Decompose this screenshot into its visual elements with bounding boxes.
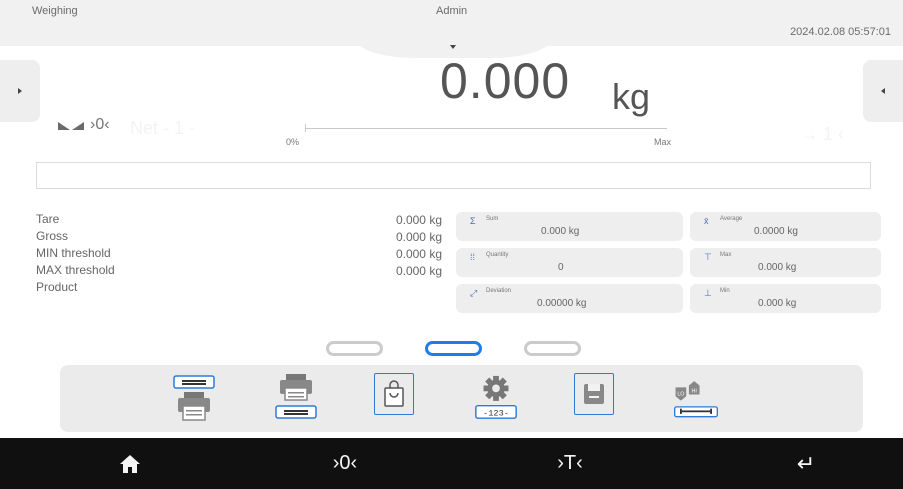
- stat-min: ⊥ Min 0.000 kg: [690, 284, 881, 313]
- param-value: 0.000 kg: [395, 264, 442, 278]
- enter-button[interactable]: ↵: [776, 438, 836, 489]
- stat-label: Deviation: [486, 288, 512, 294]
- param-row-min-threshold: MIN threshold 0.000 kg: [36, 246, 446, 263]
- sum-icon: Σ: [470, 216, 476, 226]
- param-label: MIN threshold: [36, 246, 111, 260]
- info-field: [36, 162, 871, 189]
- param-label: Product: [36, 280, 78, 294]
- stat-label: Max: [720, 252, 732, 258]
- average-icon: x̄: [704, 216, 709, 226]
- settings-digits: -123-: [483, 408, 509, 418]
- param-label: Gross: [36, 229, 69, 243]
- left-drawer-tab[interactable]: [0, 60, 40, 122]
- chevron-left-icon: [881, 88, 885, 94]
- logged-user-label[interactable]: Admin: [436, 5, 467, 17]
- param-value: 0.000 kg: [395, 213, 442, 227]
- working-mode-label[interactable]: Weighing: [32, 5, 78, 17]
- bargraph-min-tick: [305, 124, 306, 132]
- printout-header-button[interactable]: [170, 370, 218, 426]
- stat-label: Min: [720, 288, 730, 294]
- page-indicator-1[interactable]: [326, 341, 383, 356]
- param-value: 0.000 kg: [395, 247, 442, 261]
- stat-sum: Σ Sum 0.000 kg: [456, 212, 683, 241]
- home-button[interactable]: [110, 438, 150, 489]
- quantity-icon: ⁞⁞: [470, 252, 476, 262]
- stat-label: Average: [720, 216, 743, 222]
- stat-value: 0.00000 kg: [537, 298, 587, 309]
- weight-reading: 0.000: [440, 53, 571, 109]
- page-indicator-2[interactable]: [425, 341, 482, 356]
- bargraph-max-label: Max: [654, 137, 672, 147]
- settings-123-button[interactable]: -123-: [472, 370, 520, 426]
- param-label: Tare: [36, 212, 60, 226]
- lo-label: LO: [677, 391, 684, 397]
- stat-value: 0: [558, 262, 564, 273]
- stat-value: 0.000 kg: [758, 298, 797, 309]
- stat-label: Quantity: [486, 252, 509, 258]
- printout-header-icon: [173, 375, 215, 421]
- right-drawer-tab[interactable]: [863, 60, 903, 122]
- max-icon: ⊤: [704, 252, 712, 262]
- save-icon: [584, 384, 604, 404]
- net-indicator-inactive: Net - 1 -: [130, 118, 196, 138]
- hi-label: HI: [692, 389, 697, 395]
- parameters-list: Tare 0.000 kg Gross 0.000 kg MIN thresho…: [36, 212, 446, 297]
- bargraph-line: [305, 128, 667, 129]
- date-time-label: 2024.02.08 05:57:01: [790, 26, 891, 38]
- stat-max: ⊤ Max 0.000 kg: [690, 248, 881, 277]
- param-value: 0.000 kg: [395, 230, 442, 244]
- chevron-right-icon: [18, 88, 22, 94]
- stat-average: x̄ Average 0.0000 kg: [690, 212, 881, 241]
- printout-footer-button[interactable]: [272, 370, 320, 426]
- printout-footer-icon: [275, 374, 317, 419]
- product-bag-icon: [384, 380, 404, 407]
- settings-123-icon: -123-: [475, 375, 517, 419]
- tare-button[interactable]: ›T‹: [540, 438, 600, 489]
- caret-down-icon[interactable]: [450, 45, 456, 49]
- param-row-max-threshold: MAX threshold 0.000 kg: [36, 263, 446, 280]
- stat-value: 0.000 kg: [541, 226, 580, 237]
- home-icon: [120, 454, 140, 473]
- lo-hi-threshold-button[interactable]: LO HI: [672, 370, 720, 426]
- stat-value: 0.000 kg: [758, 262, 797, 273]
- platform-indicator-inactive: → 1 ‹: [800, 124, 845, 144]
- quick-access-toolbar: -123- LO HI: [60, 365, 863, 432]
- param-row-gross: Gross 0.000 kg: [36, 229, 446, 246]
- stat-value: 0.0000 kg: [754, 226, 798, 237]
- zero-button[interactable]: ›0‹: [315, 438, 375, 489]
- weight-unit[interactable]: kg: [612, 76, 650, 118]
- deviation-icon: ⤢: [470, 288, 478, 298]
- stability-icon: [58, 122, 84, 130]
- param-row-tare: Tare 0.000 kg: [36, 212, 446, 229]
- stat-quantity: ⁞⁞ Quantity 0: [456, 248, 683, 277]
- product-button[interactable]: [374, 373, 414, 415]
- save-button[interactable]: [574, 373, 614, 415]
- zero-indicator: ›0‹: [90, 116, 110, 133]
- bottom-navigation-bar: ›0‹ ›T‹ ↵: [0, 438, 903, 489]
- lo-hi-threshold-icon: LO HI: [674, 381, 718, 418]
- param-label: MAX threshold: [36, 263, 115, 277]
- status-indicators: ›0‹: [58, 112, 110, 138]
- min-icon: ⊥: [704, 288, 712, 298]
- stat-deviation: ⤢ Deviation 0.00000 kg: [456, 284, 683, 313]
- stat-label: Sum: [486, 216, 499, 222]
- page-indicator-3[interactable]: [524, 341, 581, 356]
- param-row-product: Product: [36, 280, 446, 297]
- bargraph-min-label: 0%: [286, 137, 300, 147]
